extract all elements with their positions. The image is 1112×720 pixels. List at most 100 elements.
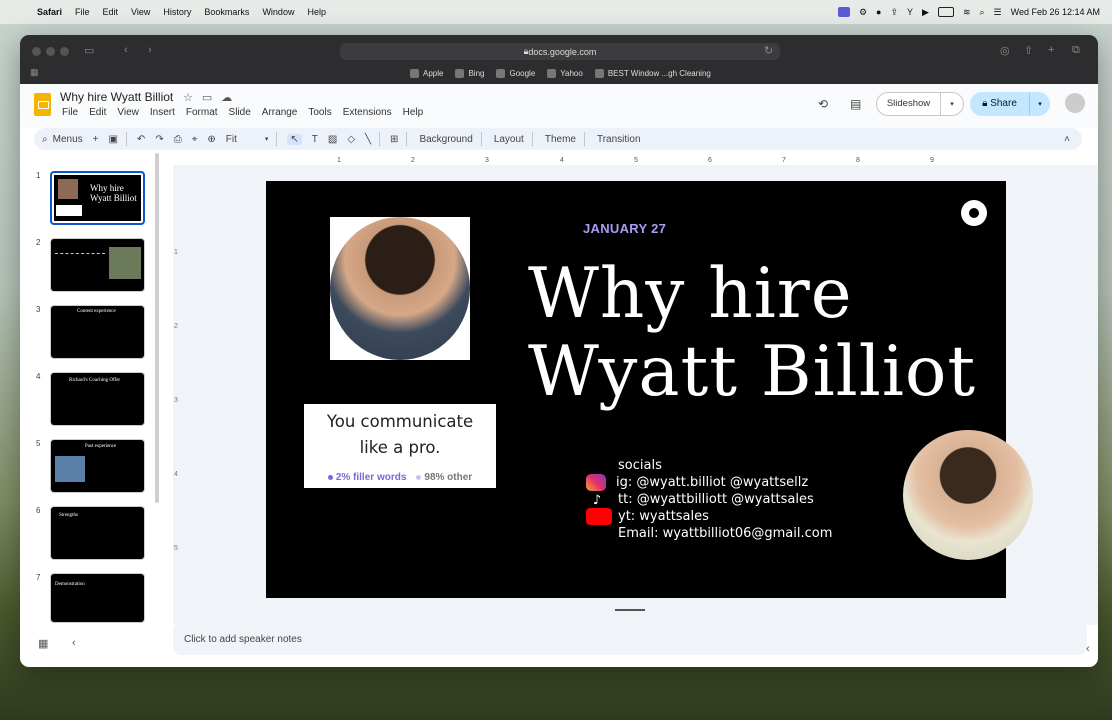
- new-tab-icon[interactable]: +: [1048, 44, 1054, 56]
- side-panel-toggle-icon[interactable]: ‹: [1086, 643, 1090, 655]
- redo-icon[interactable]: ↷: [155, 134, 163, 145]
- slide-thumb-3[interactable]: Content experience: [50, 305, 145, 359]
- menu-app[interactable]: Safari: [37, 7, 62, 17]
- close-window-button[interactable]: [32, 47, 41, 56]
- move-folder-icon[interactable]: ▭: [202, 91, 212, 104]
- slide-date[interactable]: JANUARY 27: [583, 221, 666, 236]
- account-avatar[interactable]: [1065, 93, 1085, 113]
- shape-icon[interactable]: ◇: [347, 134, 355, 145]
- doc-menu-arrange[interactable]: Arrange: [262, 107, 298, 118]
- forward-icon[interactable]: ›: [148, 44, 152, 56]
- share-page-icon[interactable]: ⇧: [1024, 44, 1033, 57]
- profile-photo[interactable]: [330, 217, 470, 360]
- menu-file[interactable]: File: [75, 7, 90, 17]
- background-button[interactable]: Background: [419, 134, 472, 145]
- menu-edit[interactable]: Edit: [103, 7, 119, 17]
- slide-layout-icon[interactable]: ▣: [108, 134, 117, 145]
- slide-title[interactable]: Why hire Wyatt Billiot: [528, 255, 976, 411]
- menu-window[interactable]: Window: [262, 7, 294, 17]
- speaker-notes[interactable]: Click to add speaker notes: [173, 623, 1087, 655]
- menu-bookmarks[interactable]: Bookmarks: [204, 7, 249, 17]
- slides-logo-icon[interactable]: [34, 93, 51, 116]
- tab-overview-icon[interactable]: ⧉: [1072, 44, 1080, 57]
- doc-menu-edit[interactable]: Edit: [89, 107, 106, 118]
- minimize-window-button[interactable]: [46, 47, 55, 56]
- grid-view-icon[interactable]: ▦: [38, 637, 48, 650]
- layout-button[interactable]: Layout: [494, 134, 524, 145]
- control-center-icon[interactable]: ☰: [994, 7, 1002, 18]
- play-icon[interactable]: ▶: [922, 7, 929, 18]
- collapse-toolbar-icon[interactable]: ˄: [1064, 134, 1070, 145]
- version-history-icon[interactable]: ⟲: [818, 97, 828, 111]
- fav-yahoo[interactable]: Yahoo: [547, 68, 583, 78]
- paint-format-icon[interactable]: ⌖: [192, 134, 198, 145]
- wifi-icon[interactable]: ≋: [963, 7, 971, 18]
- fav-google[interactable]: Google: [496, 68, 535, 78]
- comment-add-icon[interactable]: ⊞: [390, 134, 398, 145]
- theme-button[interactable]: Theme: [545, 134, 576, 145]
- socials-block[interactable]: socials ig: @wyatt.billiot @wyattsellz ♪…: [586, 457, 832, 542]
- text-box-icon[interactable]: T: [312, 134, 318, 145]
- back-icon[interactable]: ‹: [124, 44, 128, 56]
- doc-menu-file[interactable]: File: [62, 107, 78, 118]
- fav-bing[interactable]: Bing: [455, 68, 484, 78]
- search-icon[interactable]: ⌕: [979, 7, 984, 18]
- slide-thumb-7[interactable]: Demonstration: [50, 573, 145, 623]
- zoom-icon[interactable]: ⊕: [207, 134, 215, 145]
- communication-card[interactable]: You communicate like a pro. 2% filler wor…: [304, 404, 496, 488]
- slide-thumb-2[interactable]: [50, 238, 145, 292]
- select-tool-icon[interactable]: ↖: [287, 133, 302, 145]
- filmstrip-scrollbar[interactable]: [155, 153, 159, 503]
- record-icon[interactable]: [961, 200, 987, 226]
- comments-icon[interactable]: ▤: [850, 97, 861, 111]
- doc-menu-tools[interactable]: Tools: [308, 107, 331, 118]
- slide-thumb-5[interactable]: Past experience: [50, 439, 145, 493]
- doc-menu-insert[interactable]: Insert: [150, 107, 175, 118]
- zoom-chevron-icon[interactable]: ▾: [265, 135, 269, 143]
- line-icon[interactable]: ╲: [365, 134, 371, 145]
- undo-icon[interactable]: ↶: [137, 134, 145, 145]
- screen-recorder-icon[interactable]: [837, 7, 850, 17]
- menu-help[interactable]: Help: [307, 7, 326, 17]
- slide-thumb-6[interactable]: Strengths: [50, 506, 145, 560]
- sidebar-icon[interactable]: ▭: [84, 44, 94, 57]
- doc-menu-view[interactable]: View: [117, 107, 139, 118]
- zoom-icon[interactable]: ●: [876, 7, 881, 17]
- zoom-select[interactable]: Fit: [226, 134, 237, 145]
- menu-view[interactable]: View: [131, 7, 150, 17]
- extension-icon[interactable]: ◎: [1000, 44, 1010, 57]
- collapse-filmstrip-icon[interactable]: ‹: [72, 637, 76, 649]
- doc-menu-format[interactable]: Format: [186, 107, 218, 118]
- star-icon[interactable]: ☆: [183, 91, 193, 104]
- gear-icon[interactable]: ⚙: [859, 7, 867, 18]
- notes-resize-handle[interactable]: [615, 609, 645, 611]
- yahoo-icon[interactable]: Y: [907, 7, 913, 17]
- app-icon[interactable]: ⇪: [890, 7, 898, 18]
- share-button[interactable]: 🔒︎ Share ▾: [970, 92, 1050, 116]
- doc-menu-extensions[interactable]: Extensions: [343, 107, 392, 118]
- transition-button[interactable]: Transition: [597, 134, 641, 145]
- chevron-down-icon[interactable]: ▾: [941, 100, 963, 108]
- doc-menu-slide[interactable]: Slide: [229, 107, 251, 118]
- fav-apple[interactable]: Apple: [410, 68, 443, 78]
- new-slide-icon[interactable]: +: [93, 134, 99, 145]
- share-chevron-icon[interactable]: ▾: [1030, 100, 1050, 108]
- slide-thumb-4[interactable]: Richard's Coaching Offer: [50, 372, 145, 426]
- fav-window-cleaning[interactable]: BEST Window ...gh Cleaning: [594, 68, 711, 78]
- image-icon[interactable]: ▨: [328, 134, 337, 145]
- zoom-window-button[interactable]: [60, 47, 69, 56]
- cloud-status-icon[interactable]: ☁: [221, 91, 232, 104]
- doc-title[interactable]: Why hire Wyatt Billiot: [60, 90, 173, 104]
- doc-menu-help[interactable]: Help: [403, 107, 424, 118]
- print-icon[interactable]: ⎙: [174, 134, 182, 145]
- slide-thumb-1[interactable]: Why hire Wyatt Billiot: [50, 171, 145, 225]
- slide-canvas[interactable]: JANUARY 27 Why hire Wyatt Billiot You co…: [266, 181, 1006, 598]
- grid-icon[interactable]: ▦: [30, 67, 39, 78]
- address-bar[interactable]: 🔒︎ docs.google.com: [340, 43, 780, 60]
- battery-icon[interactable]: [937, 7, 954, 17]
- datetime[interactable]: Wed Feb 26 12:14 AM: [1011, 7, 1100, 17]
- reload-icon[interactable]: ↻: [764, 44, 773, 57]
- menu-history[interactable]: History: [163, 7, 191, 17]
- slideshow-button[interactable]: Slideshow ▾: [876, 92, 964, 116]
- menu-search[interactable]: ⌕ Menus: [42, 134, 83, 145]
